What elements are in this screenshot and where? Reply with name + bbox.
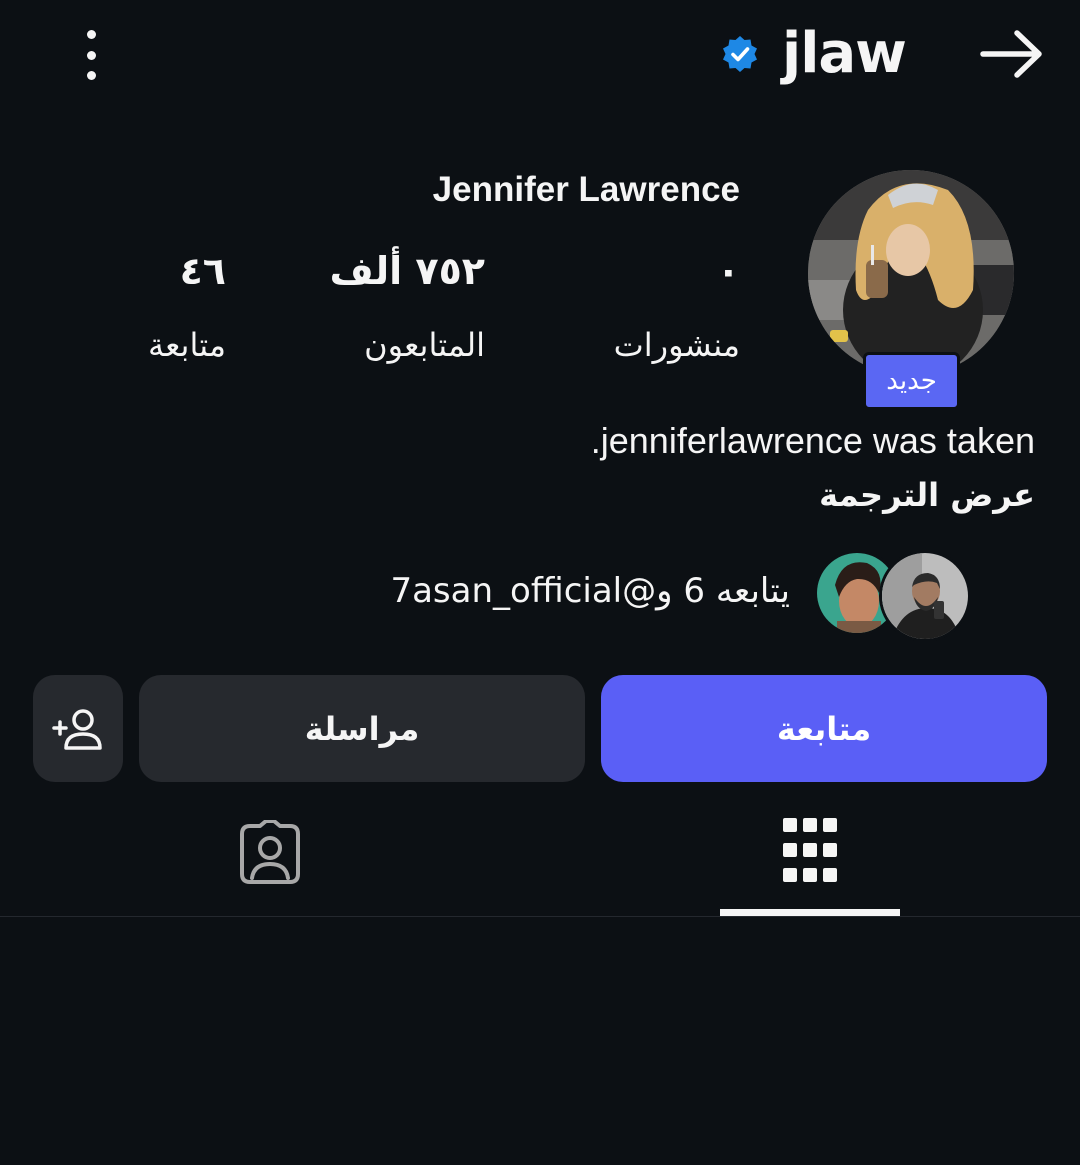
- add-person-icon: [52, 708, 102, 750]
- tagged-person-icon: [240, 820, 300, 884]
- message-button[interactable]: مراسلة: [139, 675, 585, 782]
- tab-tagged-posts[interactable]: [180, 800, 360, 916]
- active-tab-indicator: [720, 909, 900, 916]
- suggested-users-button[interactable]: [33, 675, 123, 782]
- posts-count[interactable]: ٠: [640, 246, 740, 296]
- more-options-button[interactable]: [70, 30, 112, 80]
- display-name: Jennifer Lawrence: [432, 170, 740, 209]
- bio-text: .jenniferlawrence was taken: [590, 420, 1035, 461]
- see-translation-link[interactable]: عرض الترجمة: [600, 470, 1035, 520]
- new-badge: جديد: [863, 352, 960, 410]
- mutual-avatar-image: [882, 553, 968, 639]
- mutual-followers-text[interactable]: يتابعه 6 و@7asan_official: [300, 566, 790, 616]
- following-count[interactable]: ٤٦: [120, 246, 226, 296]
- followers-label[interactable]: المتابعون: [300, 322, 485, 368]
- grid-icon: [783, 818, 837, 882]
- avatar-image: [808, 170, 1014, 376]
- tabs-divider: [0, 916, 1080, 917]
- follow-button[interactable]: متابعة: [601, 675, 1047, 782]
- arrow-right-icon[interactable]: [975, 25, 1050, 83]
- more-vertical-icon: [86, 30, 96, 39]
- verified-badge-icon: [723, 36, 757, 72]
- following-label[interactable]: متابعة: [80, 322, 226, 368]
- profile-username: jlaw: [782, 21, 907, 86]
- tab-posts-grid[interactable]: [720, 800, 900, 916]
- posts-label[interactable]: منشورات: [560, 322, 740, 368]
- mutual-follower-avatar[interactable]: [879, 550, 971, 642]
- followers-count[interactable]: ٧٥٢ ألف: [300, 246, 485, 296]
- profile-avatar[interactable]: [808, 170, 1014, 376]
